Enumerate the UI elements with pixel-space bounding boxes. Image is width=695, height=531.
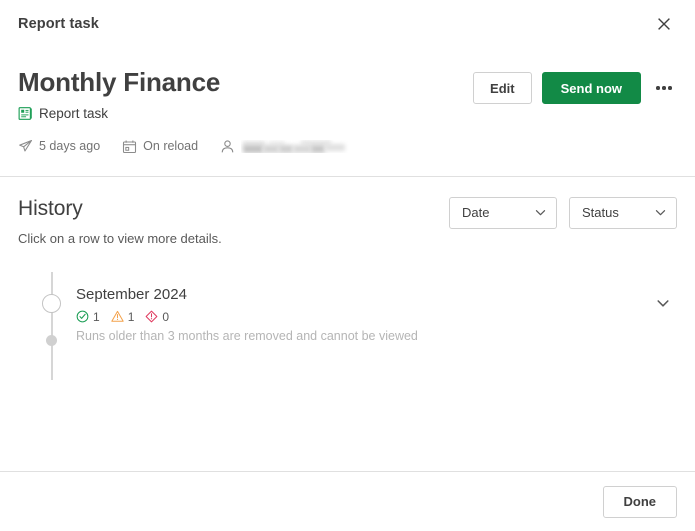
meta-last-run-label: 5 days ago bbox=[39, 139, 101, 154]
dialog-titlebar: Report task bbox=[0, 0, 695, 48]
edit-button[interactable]: Edit bbox=[473, 72, 532, 104]
success-count: 1 bbox=[76, 310, 100, 324]
send-plane-icon bbox=[18, 139, 33, 154]
page-title: Monthly Finance bbox=[18, 67, 221, 97]
history-row-september-2024[interactable]: September 2024 1 1 0 bbox=[18, 272, 677, 326]
warning-triangle-icon bbox=[110, 311, 124, 323]
history-retention-note: Runs older than 3 months are removed and… bbox=[76, 328, 418, 343]
error-count-value: 0 bbox=[162, 309, 170, 324]
error-diamond-icon bbox=[146, 311, 158, 323]
check-circle-icon bbox=[76, 311, 89, 323]
history-row-label: September 2024 bbox=[76, 285, 187, 303]
history-row-expand-button[interactable] bbox=[649, 289, 677, 317]
warning-count: 1 bbox=[110, 309, 135, 324]
task-header-row: Monthly Finance Report task Edit Send no… bbox=[18, 67, 677, 121]
ellipsis-icon-dot-2 bbox=[662, 86, 666, 90]
meta-owner bbox=[220, 139, 349, 154]
error-count: 0 bbox=[145, 310, 169, 324]
success-count-value: 1 bbox=[93, 309, 100, 324]
history-title: History bbox=[18, 196, 83, 220]
close-icon bbox=[658, 18, 670, 30]
history-timeline: September 2024 1 1 0 Runs older than 3 m… bbox=[18, 271, 677, 380]
more-options-button[interactable] bbox=[651, 75, 677, 101]
calendar-icon bbox=[122, 139, 137, 154]
ellipsis-icon-dot-1 bbox=[656, 86, 660, 90]
task-type-label: Report task bbox=[39, 105, 109, 121]
meta-schedule: On reload bbox=[122, 139, 198, 154]
history-filters: Date Status bbox=[449, 196, 677, 229]
date-filter-dropdown[interactable]: Date bbox=[449, 196, 557, 229]
status-filter-value: Status bbox=[582, 205, 619, 221]
dialog-footer: Done bbox=[0, 471, 695, 531]
chevron-down-icon bbox=[655, 207, 666, 218]
history-hint: Click on a row to view more details. bbox=[18, 230, 222, 246]
chevron-down-icon bbox=[535, 207, 546, 218]
ellipsis-icon-dot-3 bbox=[668, 86, 672, 90]
task-meta: 5 days ago On reload bbox=[18, 139, 677, 154]
task-header-info: Monthly Finance Report task bbox=[18, 67, 473, 121]
report-task-icon bbox=[18, 106, 33, 121]
history-retention-note-row: Runs older than 3 months are removed and… bbox=[18, 326, 677, 380]
send-now-button[interactable]: Send now bbox=[541, 72, 641, 104]
task-header: Monthly Finance Report task Edit Send no… bbox=[0, 48, 695, 177]
user-icon bbox=[220, 139, 235, 154]
history-retention-note-content: Runs older than 3 months are removed and… bbox=[76, 326, 677, 343]
timeline-marker-end bbox=[46, 334, 57, 346]
status-filter-dropdown[interactable]: Status bbox=[569, 196, 677, 229]
history-header-text: History Click on a row to view more deta… bbox=[18, 197, 449, 246]
done-button[interactable]: Done bbox=[602, 485, 677, 518]
dialog-title: Report task bbox=[18, 16, 99, 32]
history-row-counts: 1 1 0 bbox=[76, 310, 649, 324]
meta-owner-value-redacted bbox=[241, 139, 349, 153]
history-row-content: September 2024 1 1 0 bbox=[76, 272, 649, 324]
report-task-dialog: Report task Monthly Finance Report task … bbox=[0, 0, 695, 531]
history-header: History Click on a row to view more deta… bbox=[18, 196, 677, 246]
close-button[interactable] bbox=[651, 11, 677, 37]
history-section: History Click on a row to view more deta… bbox=[0, 177, 695, 471]
date-filter-value: Date bbox=[462, 205, 490, 221]
task-header-actions: Edit Send now bbox=[473, 68, 677, 104]
warning-count-value: 1 bbox=[127, 309, 135, 324]
meta-last-run: 5 days ago bbox=[18, 139, 100, 154]
meta-schedule-label: On reload bbox=[143, 139, 199, 154]
timeline-marker-open bbox=[42, 293, 61, 313]
task-type: Report task bbox=[18, 106, 473, 121]
chevron-down-icon bbox=[657, 300, 669, 307]
